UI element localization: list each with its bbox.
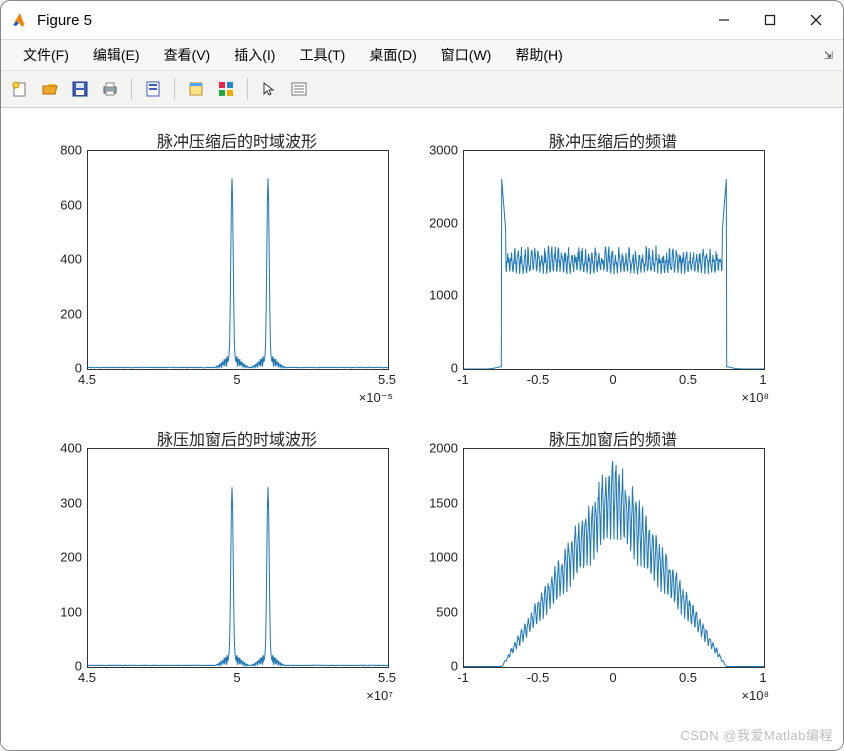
ytick: 1500 <box>429 495 463 510</box>
figure-window: Figure 5 文件(F) 编辑(E) 查看(V) 插入(I) 工具(T) 桌… <box>0 0 844 751</box>
xtick: 1 <box>759 368 766 387</box>
ytick: 400 <box>60 441 87 456</box>
ytick: 2000 <box>429 215 463 230</box>
subplot-bl[interactable]: 脉压加窗后的时域波形01002003004004.555.5×10⁷ <box>87 448 387 666</box>
ytick: 400 <box>60 252 87 267</box>
ytick: 600 <box>60 197 87 212</box>
matlab-icon <box>11 11 29 29</box>
ytick: 3000 <box>429 143 463 158</box>
xtick: 5.5 <box>378 666 396 685</box>
axes-box <box>463 150 765 370</box>
subplot-title: 脉压加窗后的频谱 <box>463 426 763 450</box>
axes-box <box>463 448 765 668</box>
ytick: 200 <box>60 306 87 321</box>
window-title: Figure 5 <box>37 12 92 29</box>
xtick: 0.5 <box>679 666 697 685</box>
color-order-icon[interactable] <box>213 76 239 102</box>
menu-tools[interactable]: 工具(T) <box>287 41 357 69</box>
ytick: 2000 <box>429 441 463 456</box>
ytick: 1000 <box>429 550 463 565</box>
watermark: CSDN @我爱Matlab编程 <box>680 725 833 744</box>
print-icon[interactable] <box>97 76 123 102</box>
subplot-title: 脉冲压缩后的时域波形 <box>87 128 387 152</box>
xtick: 0.5 <box>679 368 697 387</box>
properties-icon[interactable] <box>286 76 312 102</box>
xtick: 5 <box>233 666 240 685</box>
close-button[interactable] <box>793 1 839 39</box>
xtick: -1 <box>457 368 469 387</box>
menu-window[interactable]: 窗口(W) <box>429 41 504 69</box>
plot-area: CSDN @我爱Matlab编程 脉冲压缩后的时域波形0200400600800… <box>1 108 843 750</box>
xtick: 4.5 <box>78 666 96 685</box>
ytick: 500 <box>436 604 463 619</box>
subplot-title: 脉冲压缩后的频谱 <box>463 128 763 152</box>
menu-file[interactable]: 文件(F) <box>11 41 81 69</box>
toolbar-separator <box>247 78 248 100</box>
xtick: -0.5 <box>527 368 549 387</box>
ytick: 1000 <box>429 288 463 303</box>
subplot-br[interactable]: 脉压加窗后的频谱0500100015002000-1-0.500.51×10⁸ <box>463 448 763 666</box>
new-figure-icon[interactable] <box>7 76 33 102</box>
dock-arrow-icon[interactable]: ⇲ <box>824 49 833 62</box>
ytick: 800 <box>60 143 87 158</box>
x-exponent-label: ×10⁸ <box>741 688 769 703</box>
print-preview-icon[interactable] <box>140 76 166 102</box>
xtick: -1 <box>457 666 469 685</box>
xtick: 1 <box>759 666 766 685</box>
line-plot <box>464 449 764 667</box>
axes-box <box>87 448 389 668</box>
pointer-icon[interactable] <box>256 76 282 102</box>
subplot-title: 脉压加窗后的时域波形 <box>87 426 387 450</box>
subplot-tr[interactable]: 脉冲压缩后的频谱0100020003000-1-0.500.51×10⁸ <box>463 150 763 368</box>
ytick: 100 <box>60 604 87 619</box>
menu-desktop[interactable]: 桌面(D) <box>357 41 428 69</box>
toolbar <box>1 71 843 108</box>
x-exponent-label: ×10⁸ <box>741 390 769 405</box>
xtick: 0 <box>609 368 616 387</box>
maximize-button[interactable] <box>747 1 793 39</box>
ytick: 200 <box>60 550 87 565</box>
xtick: 5 <box>233 368 240 387</box>
toolbar-separator <box>174 78 175 100</box>
x-exponent-label: ×10⁷ <box>366 688 393 703</box>
menu-help[interactable]: 帮助(H) <box>503 41 574 69</box>
menubar: 文件(F) 编辑(E) 查看(V) 插入(I) 工具(T) 桌面(D) 窗口(W… <box>1 40 843 71</box>
open-icon[interactable] <box>37 76 63 102</box>
axes-box <box>87 150 389 370</box>
minimize-button[interactable] <box>701 1 747 39</box>
xtick: 0 <box>609 666 616 685</box>
menu-edit[interactable]: 编辑(E) <box>81 41 152 69</box>
save-icon[interactable] <box>67 76 93 102</box>
xtick: 4.5 <box>78 368 96 387</box>
menu-insert[interactable]: 插入(I) <box>222 41 287 69</box>
titlebar: Figure 5 <box>1 1 843 40</box>
line-plot <box>88 151 388 369</box>
toolbar-separator <box>131 78 132 100</box>
xtick: -0.5 <box>527 666 549 685</box>
link-axes-icon[interactable] <box>183 76 209 102</box>
subplot-tl[interactable]: 脉冲压缩后的时域波形02004006008004.555.5×10⁻⁵ <box>87 150 387 368</box>
menu-view[interactable]: 查看(V) <box>152 41 223 69</box>
x-exponent-label: ×10⁻⁵ <box>359 390 393 406</box>
line-plot <box>88 449 388 667</box>
ytick: 300 <box>60 495 87 510</box>
xtick: 5.5 <box>378 368 396 387</box>
line-plot <box>464 151 764 369</box>
